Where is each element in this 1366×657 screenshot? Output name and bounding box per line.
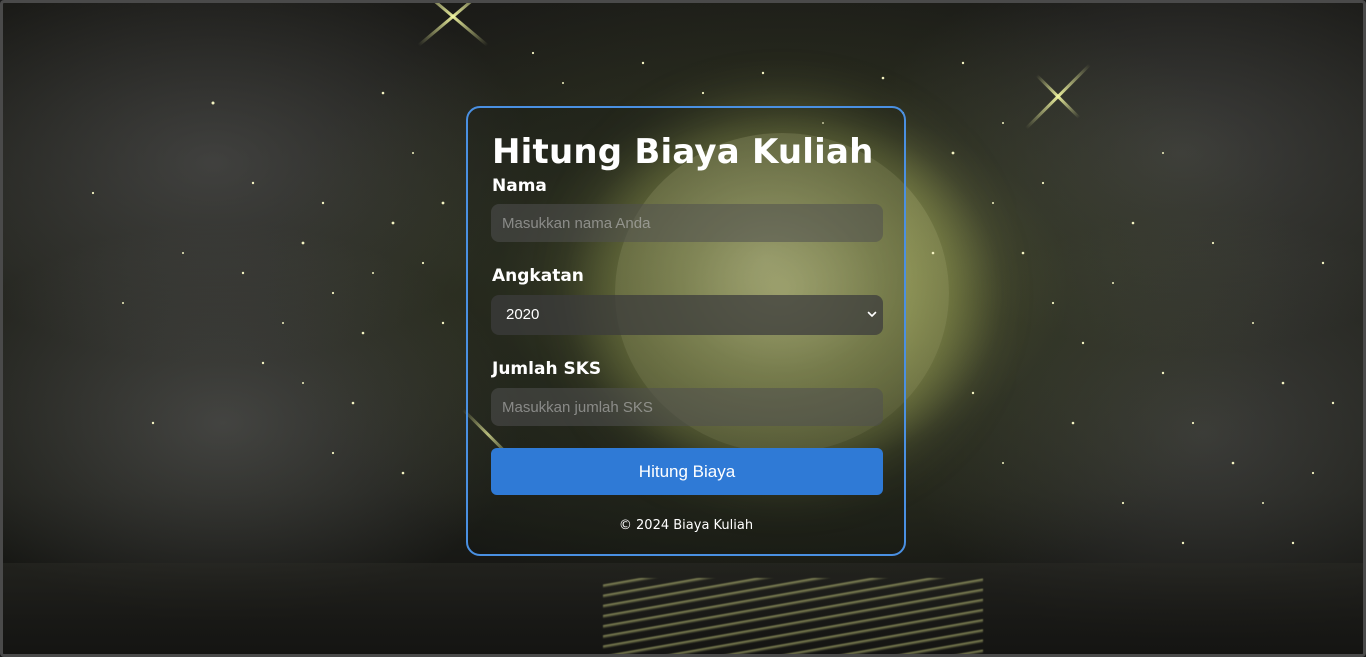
footer-copyright: © 2024 Biaya Kuliah xyxy=(618,518,754,533)
angkatan-selected-value: 2020 xyxy=(506,306,540,323)
hitung-biaya-button[interactable]: Hitung Biaya xyxy=(491,448,883,495)
nama-input[interactable] xyxy=(491,204,883,242)
sks-label: Jumlah SKS xyxy=(492,359,602,379)
angkatan-select[interactable]: 2020 xyxy=(491,295,883,335)
nama-label: Nama xyxy=(492,176,547,196)
sks-input[interactable] xyxy=(491,388,883,426)
chevron-down-icon xyxy=(867,311,877,317)
calculator-card: Hitung Biaya Kuliah Nama Angkatan 2020 J… xyxy=(466,106,906,556)
page-title: Hitung Biaya Kuliah xyxy=(492,132,874,172)
background-scene: Hitung Biaya Kuliah Nama Angkatan 2020 J… xyxy=(0,0,1366,657)
angkatan-label: Angkatan xyxy=(492,266,584,286)
